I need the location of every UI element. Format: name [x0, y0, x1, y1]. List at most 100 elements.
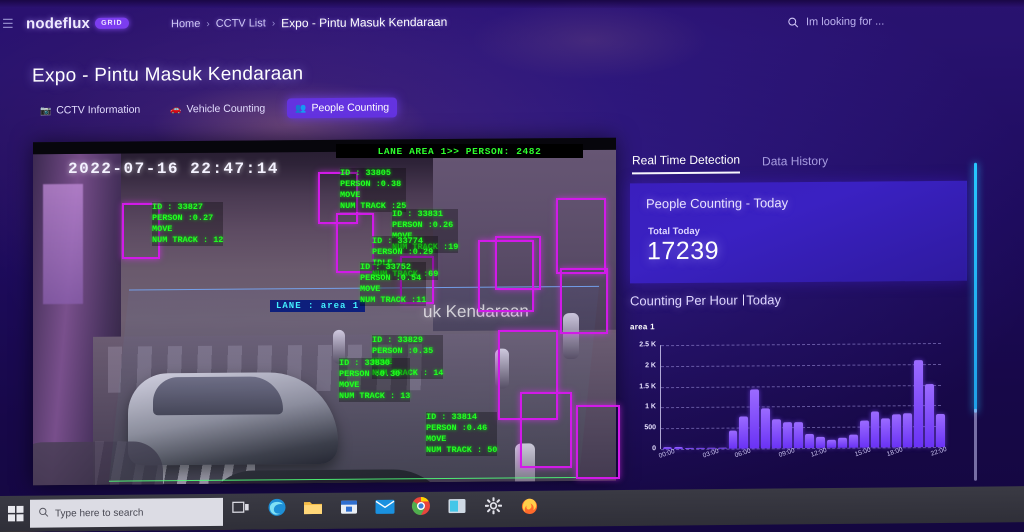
- chart-title-suffix: Today: [746, 292, 781, 308]
- detection-bounding-box: [576, 405, 620, 479]
- breadcrumb-item-cctv-list[interactable]: CCTV List: [215, 17, 265, 29]
- chart-bar[interactable]: [837, 438, 847, 448]
- chart-bar[interactable]: [914, 360, 924, 448]
- task-view-icon[interactable]: [230, 497, 252, 519]
- y-axis-tick-label: 1.5 K: [639, 382, 656, 390]
- chart-bar[interactable]: [859, 420, 869, 448]
- chart-bar[interactable]: [870, 411, 880, 448]
- counting-per-hour-chart: Counting Per Hour Today area 1 2.5 K 2 K 1…: [630, 291, 967, 494]
- chart-bar[interactable]: [925, 383, 935, 448]
- chart-bar[interactable]: [772, 419, 782, 449]
- card-subtitle: Total Today: [648, 225, 700, 238]
- page-tabs: 📷 CCTV Information 🚗 Vehicle Counting 👥 …: [32, 97, 398, 121]
- chart-bar[interactable]: [783, 422, 793, 449]
- chart-bar[interactable]: [903, 413, 913, 448]
- mail-icon[interactable]: [374, 495, 396, 517]
- windows-start-icon[interactable]: [4, 502, 28, 526]
- chart-legend: area 1: [630, 322, 655, 332]
- tab-people-counting[interactable]: 👥 People Counting: [287, 97, 398, 119]
- chart-bar[interactable]: [739, 416, 749, 449]
- chart-bar[interactable]: [936, 414, 945, 448]
- nodeflux-logo[interactable]: nodeflux GRID: [26, 14, 129, 32]
- detection-bounding-box: [520, 392, 572, 468]
- chart-bar[interactable]: [826, 439, 836, 448]
- breadcrumb-separator-icon: ›: [205, 18, 210, 30]
- top-navigation-bar: ☰ nodeflux GRID Home › CCTV List › Expo …: [0, 6, 1024, 40]
- panel-tabs: Real Time Detection Data History: [630, 151, 990, 175]
- people-counting-card: People Counting - Today Total Today 1723…: [630, 180, 967, 284]
- chart-title-prefix: Counting Per Hour: [630, 292, 742, 309]
- settings-gear-icon[interactable]: [482, 494, 504, 516]
- chart-bar[interactable]: [848, 434, 858, 448]
- chart-bar[interactable]: [794, 422, 803, 449]
- panel-scrollbar-thumb[interactable]: [974, 162, 977, 413]
- tab-label: Vehicle Counting: [186, 102, 266, 116]
- scene-left-panel: [43, 183, 83, 305]
- y-axis-tick-label: 1 K: [645, 403, 656, 411]
- car-icon: 🚗: [170, 103, 182, 114]
- chart-bar[interactable]: [881, 418, 891, 448]
- y-axis-tick-label: 2.5 K: [639, 341, 656, 349]
- global-search[interactable]: Im looking for ...: [787, 16, 884, 29]
- tab-real-time-detection[interactable]: Real Time Detection: [632, 152, 741, 175]
- chart-bar[interactable]: [728, 430, 738, 449]
- microsoft-store-icon[interactable]: [338, 496, 360, 518]
- chart-bar[interactable]: [761, 408, 771, 449]
- chart-plot-area[interactable]: 2.5 K2 K 1.5 K1 K 500 0 00:00 03:00 06:00 09:0…: [630, 341, 950, 464]
- taskbar-search-placeholder: Type here to search: [55, 507, 144, 519]
- breadcrumb-separator-icon: ›: [271, 17, 275, 29]
- detection-label: ID : 33752 PERSON :0.54 MOVE NUM TRACK :…: [360, 262, 427, 306]
- logo-badge: GRID: [95, 17, 129, 29]
- chart-bar[interactable]: [804, 434, 814, 449]
- taskbar-icon-row: [230, 494, 540, 519]
- logo-text: nodeflux: [26, 14, 91, 32]
- breadcrumb-item-current: Expo - Pintu Masuk Kendaraan: [280, 14, 447, 31]
- tab-data-history[interactable]: Data History: [762, 154, 828, 174]
- tab-cctv-information[interactable]: 📷 CCTV Information: [32, 100, 148, 121]
- lane-label: LANE : area 1: [270, 300, 366, 312]
- monitor-screen: ☰ nodeflux GRID Home › CCTV List › Expo …: [0, 0, 1024, 532]
- right-panel: Real Time Detection Data History People …: [630, 151, 990, 494]
- y-axis-tick-label: 500: [644, 424, 656, 432]
- breadcrumb: Home › CCTV List › Expo - Pintu Masuk Ke…: [171, 15, 447, 31]
- card-title: People Counting - Today: [646, 195, 789, 212]
- y-axis-tick-label: 0: [652, 445, 656, 453]
- text-cursor-icon: [743, 294, 745, 306]
- y-axis-line: [660, 345, 661, 450]
- chart-bar[interactable]: [892, 414, 902, 448]
- firefox-browser-icon[interactable]: [518, 494, 540, 516]
- chrome-browser-icon[interactable]: [410, 495, 432, 517]
- page-header: Expo - Pintu Masuk Kendaraan 📷 CCTV Info…: [32, 62, 398, 121]
- windows-taskbar: Type here to search: [0, 486, 1024, 532]
- page-title: Expo - Pintu Masuk Kendaraan: [32, 63, 304, 87]
- video-timestamp: 2022-07-16 22:47:14: [68, 160, 279, 178]
- panel-scrollbar-track[interactable]: [974, 408, 977, 481]
- breadcrumb-item-home[interactable]: Home: [171, 18, 200, 30]
- search-placeholder-text: Im looking for ...: [805, 15, 884, 29]
- detection-label: ID : 33805 PERSON :0.38 MOVE NUM TRACK :…: [340, 168, 407, 212]
- edge-browser-icon[interactable]: [266, 496, 288, 518]
- lane-area-counter-banner: LANE AREA 1>> PERSON: 2482: [336, 144, 583, 158]
- search-icon: [38, 507, 49, 521]
- chart-bar[interactable]: [684, 447, 694, 449]
- chart-bars: [663, 343, 945, 450]
- detection-bounding-box: [495, 236, 541, 290]
- chart-title: Counting Per Hour Today: [630, 291, 967, 309]
- chart-bar[interactable]: [673, 446, 683, 450]
- tab-vehicle-counting[interactable]: 🚗 Vehicle Counting: [162, 98, 273, 119]
- chart-bar[interactable]: [750, 389, 760, 449]
- detection-bounding-box: [560, 268, 608, 334]
- chart-bar[interactable]: [717, 447, 727, 449]
- y-axis-tick-label: 2 K: [645, 362, 656, 370]
- tab-label: CCTV Information: [56, 103, 141, 117]
- cctv-camera-icon: 📷: [40, 104, 52, 116]
- hamburger-menu-icon[interactable]: ☰: [2, 17, 16, 30]
- chart-bar[interactable]: [695, 447, 705, 449]
- media-app-icon[interactable]: [446, 495, 468, 517]
- search-icon: [787, 16, 799, 28]
- taskbar-search-input[interactable]: Type here to search: [30, 497, 223, 528]
- people-icon: 👥: [295, 102, 307, 113]
- detection-bounding-box: [556, 198, 606, 274]
- tab-label: People Counting: [311, 101, 390, 115]
- file-explorer-icon[interactable]: [302, 496, 324, 518]
